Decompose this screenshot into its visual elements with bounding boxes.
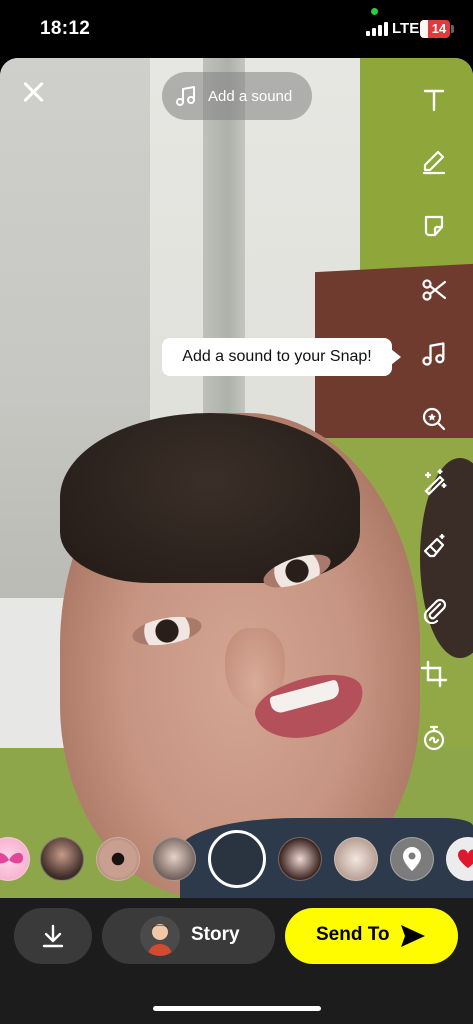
eye-lens[interactable] [96, 837, 140, 881]
add-sound-button[interactable]: Add a sound [162, 72, 312, 120]
battery-icon: 14 [420, 20, 450, 38]
status-bar: 18:12 LTE 14 [0, 0, 473, 58]
sticker-tool-icon[interactable] [412, 206, 456, 246]
battery-tip [451, 25, 454, 33]
eraser-icon[interactable] [412, 526, 456, 566]
send-arrow-icon [401, 925, 425, 947]
glasses-face-lens[interactable] [40, 837, 84, 881]
blonde-lens[interactable] [334, 837, 378, 881]
close-icon[interactable] [20, 78, 48, 106]
text-tool-icon[interactable] [412, 80, 456, 120]
butterfly-lens[interactable] [0, 837, 30, 881]
heart-lens[interactable] [446, 837, 473, 881]
download-button[interactable] [14, 908, 92, 964]
camera-preview[interactable] [0, 58, 473, 898]
location-lens[interactable] [390, 837, 434, 881]
scissors-icon[interactable] [412, 270, 456, 310]
bottom-bar: Story Send To [0, 898, 473, 1024]
pen-tool-icon[interactable] [412, 142, 456, 182]
home-indicator [153, 1006, 321, 1011]
lens-search-icon[interactable] [412, 398, 456, 438]
network-type: LTE [392, 20, 420, 37]
paperclip-icon[interactable] [412, 590, 456, 630]
story-label: Story [191, 924, 240, 945]
crop-icon[interactable] [412, 654, 456, 694]
privacy-indicator-dot [371, 8, 378, 15]
location-pin-icon [403, 847, 421, 871]
magic-wand-icon[interactable] [412, 462, 456, 502]
music-icon[interactable] [412, 334, 456, 374]
capture-button[interactable] [208, 830, 266, 888]
status-time: 18:12 [40, 18, 91, 39]
download-icon [42, 924, 64, 948]
heart-icon [457, 849, 473, 868]
portrait-lens[interactable] [152, 837, 196, 881]
battery-level: 14 [431, 21, 447, 36]
story-button[interactable]: Story [102, 908, 275, 964]
send-to-button[interactable]: Send To [285, 908, 458, 964]
add-sound-tooltip[interactable]: Add a sound to your Snap! [162, 338, 401, 376]
girl-lens[interactable] [278, 837, 322, 881]
lens-carousel [0, 830, 473, 890]
timer-icon[interactable] [412, 718, 456, 758]
signal-icon [366, 22, 388, 36]
bitmoji-avatar [140, 916, 180, 956]
send-to-label: Send To [316, 924, 390, 945]
add-sound-label: Add a sound [208, 87, 293, 105]
butterfly-icon [0, 853, 23, 864]
music-note-icon [176, 86, 195, 106]
